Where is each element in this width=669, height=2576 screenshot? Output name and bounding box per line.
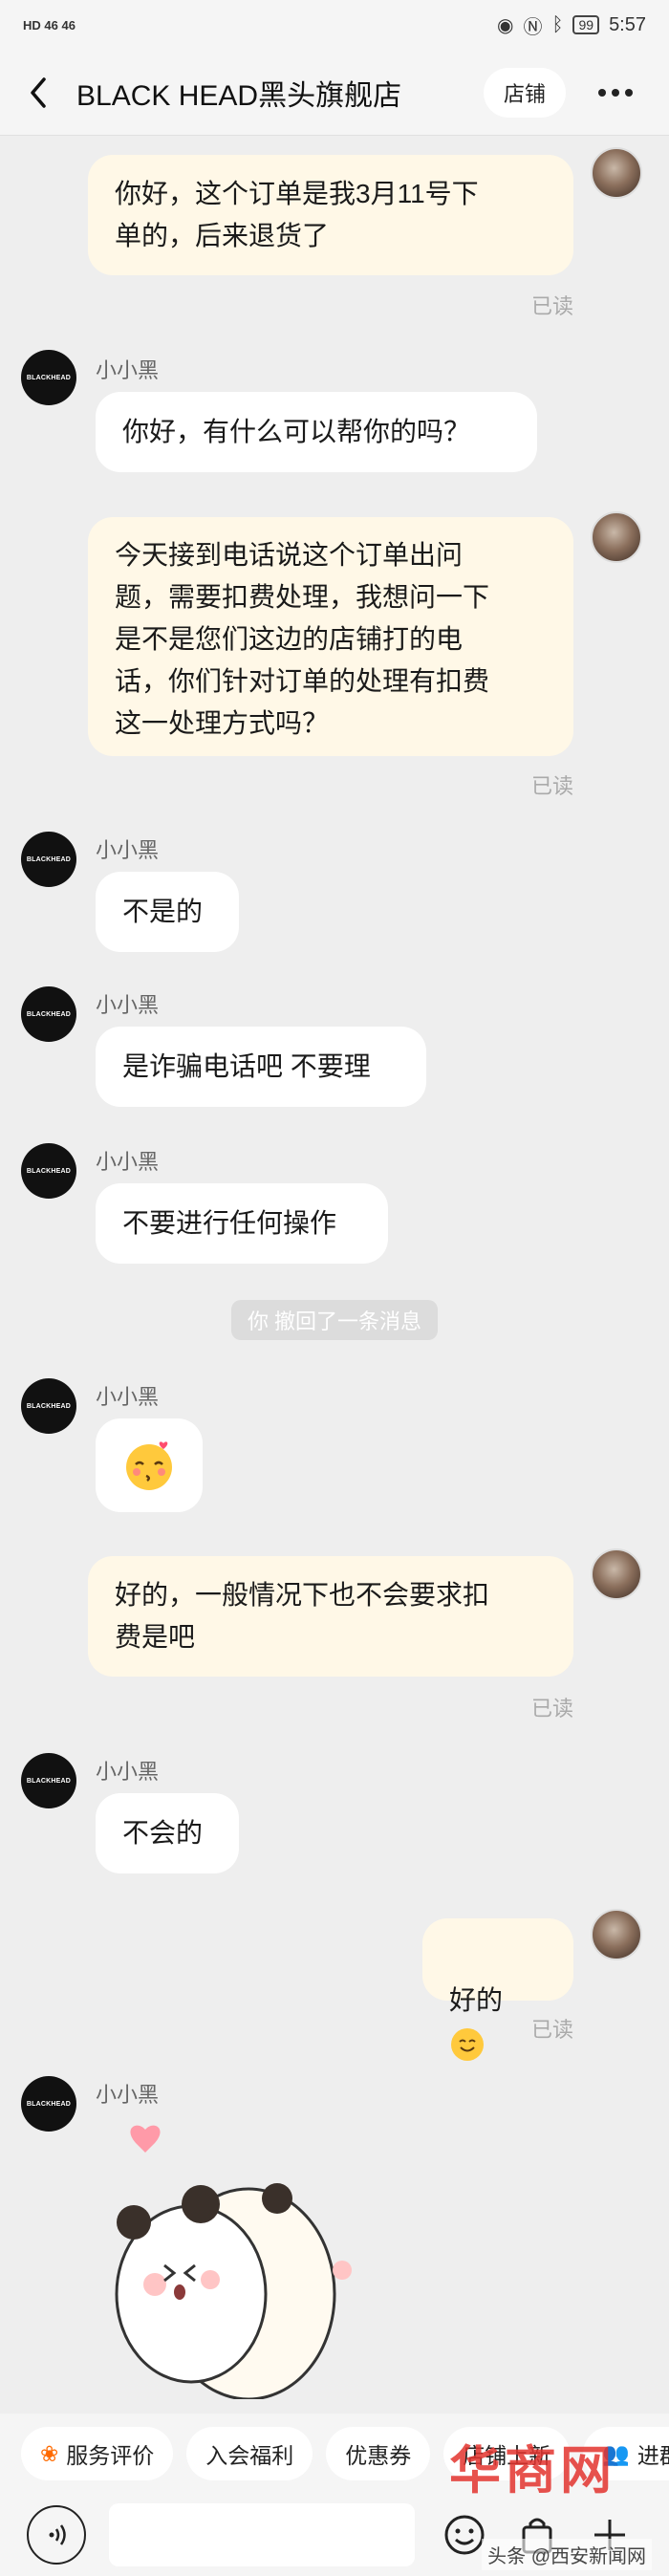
back-button[interactable]: [0, 50, 76, 136]
shop-avatar[interactable]: BLACKHEAD: [21, 2076, 76, 2132]
shop-avatar[interactable]: BLACKHEAD: [21, 832, 76, 887]
chevron-left-icon: [31, 76, 46, 108]
read-receipt: 已读: [530, 1697, 573, 1721]
chip-label: 进群: [637, 2443, 669, 2468]
battery-indicator: 99: [572, 15, 600, 34]
incoming-message[interactable]: 不会的: [96, 1793, 239, 1873]
chip-label: 入会福利: [205, 2443, 294, 2468]
watermark-logo: 华商网: [449, 2442, 615, 2500]
emoji-button[interactable]: [442, 2512, 487, 2558]
user-avatar[interactable]: [591, 147, 642, 199]
outgoing-message[interactable]: 好的，一般情况下也不会要求扣 费是吧: [88, 1556, 573, 1677]
shop-avatar[interactable]: BLACKHEAD: [21, 1143, 76, 1199]
chip-coupons[interactable]: 优惠券: [326, 2427, 431, 2480]
more-options-icon[interactable]: [598, 88, 640, 97]
review-icon: ❀: [40, 2440, 59, 2466]
message-input[interactable]: [109, 2503, 415, 2566]
shop-avatar[interactable]: BLACKHEAD: [21, 350, 76, 405]
chip-service-review[interactable]: ❀ 服务评价: [21, 2427, 174, 2480]
bluetooth-icon: ᛒ: [551, 13, 564, 35]
incoming-message[interactable]: 不要进行任何操作: [96, 1183, 388, 1264]
voice-input-button[interactable]: [27, 2505, 86, 2565]
message-text: 好的: [449, 1985, 504, 2015]
shop-avatar[interactable]: BLACKHEAD: [21, 1753, 76, 1808]
read-receipt: 已读: [530, 774, 573, 798]
sender-name: 小小黑: [96, 2083, 160, 2107]
read-receipt: 已读: [530, 294, 573, 318]
kissing-face-icon: [126, 1441, 172, 1490]
sender-name: 小小黑: [96, 358, 160, 382]
shop-button[interactable]: 店铺: [484, 67, 566, 118]
shop-avatar[interactable]: BLACKHEAD: [21, 986, 76, 1042]
sender-name: 小小黑: [96, 1760, 160, 1784]
outgoing-message[interactable]: 好的: [422, 1918, 573, 2061]
chip-membership-benefits[interactable]: 入会福利: [186, 2427, 313, 2480]
sender-name: 小小黑: [96, 838, 160, 862]
incoming-message[interactable]: 不是的: [96, 872, 239, 952]
outgoing-message[interactable]: 你好，这个订单是我3月11号下 单的，后来退货了: [88, 155, 573, 275]
read-receipt: 已读: [530, 2018, 573, 2042]
panda-hug-sticker-icon: [115, 2125, 352, 2401]
voice-icon: [49, 2524, 66, 2545]
outgoing-message[interactable]: 今天接到电话说这个订单出问 题，需要扣费处理，我想问一下 是不是您们这边的店铺打…: [88, 517, 573, 756]
user-avatar[interactable]: [591, 511, 642, 563]
status-bar: HD 46 46 ◉ Ⓝ ᛒ 99 5:57: [0, 0, 669, 50]
hug-sticker[interactable]: [96, 2122, 354, 2401]
recall-notice: 你 撤回了一条消息: [231, 1300, 438, 1340]
sender-name: 小小黑: [96, 993, 160, 1017]
watermark-text: 头条 @西安新闻网: [482, 2539, 652, 2570]
clock: 5:57: [609, 13, 646, 35]
signal-indicators: HD 46 46: [23, 17, 76, 32]
nfc-icon: Ⓝ: [523, 16, 543, 38]
incoming-message[interactable]: 你好，有什么可以帮你的吗？: [96, 392, 537, 472]
chat-header: BLACK HEAD黑头旗舰店 店铺: [0, 50, 669, 136]
page-title: BLACK HEAD黑头旗舰店: [76, 79, 402, 112]
incoming-emoji-message[interactable]: [96, 1418, 203, 1512]
status-right: ◉ Ⓝ ᛒ 99 5:57: [497, 11, 646, 39]
eye-icon: ◉: [497, 14, 514, 36]
user-avatar[interactable]: [591, 1548, 642, 1600]
chip-label: 优惠券: [345, 2443, 412, 2468]
shop-avatar[interactable]: BLACKHEAD: [21, 1378, 76, 1434]
sender-name: 小小黑: [96, 1150, 160, 1174]
incoming-message[interactable]: 是诈骗电话吧 不要理: [96, 1027, 426, 1107]
sender-name: 小小黑: [96, 1385, 160, 1409]
smile-icon: [444, 2515, 485, 2555]
smile-emoji-icon: [451, 2027, 484, 2061]
chip-label: 服务评价: [66, 2443, 155, 2468]
user-avatar[interactable]: [591, 1909, 642, 1960]
